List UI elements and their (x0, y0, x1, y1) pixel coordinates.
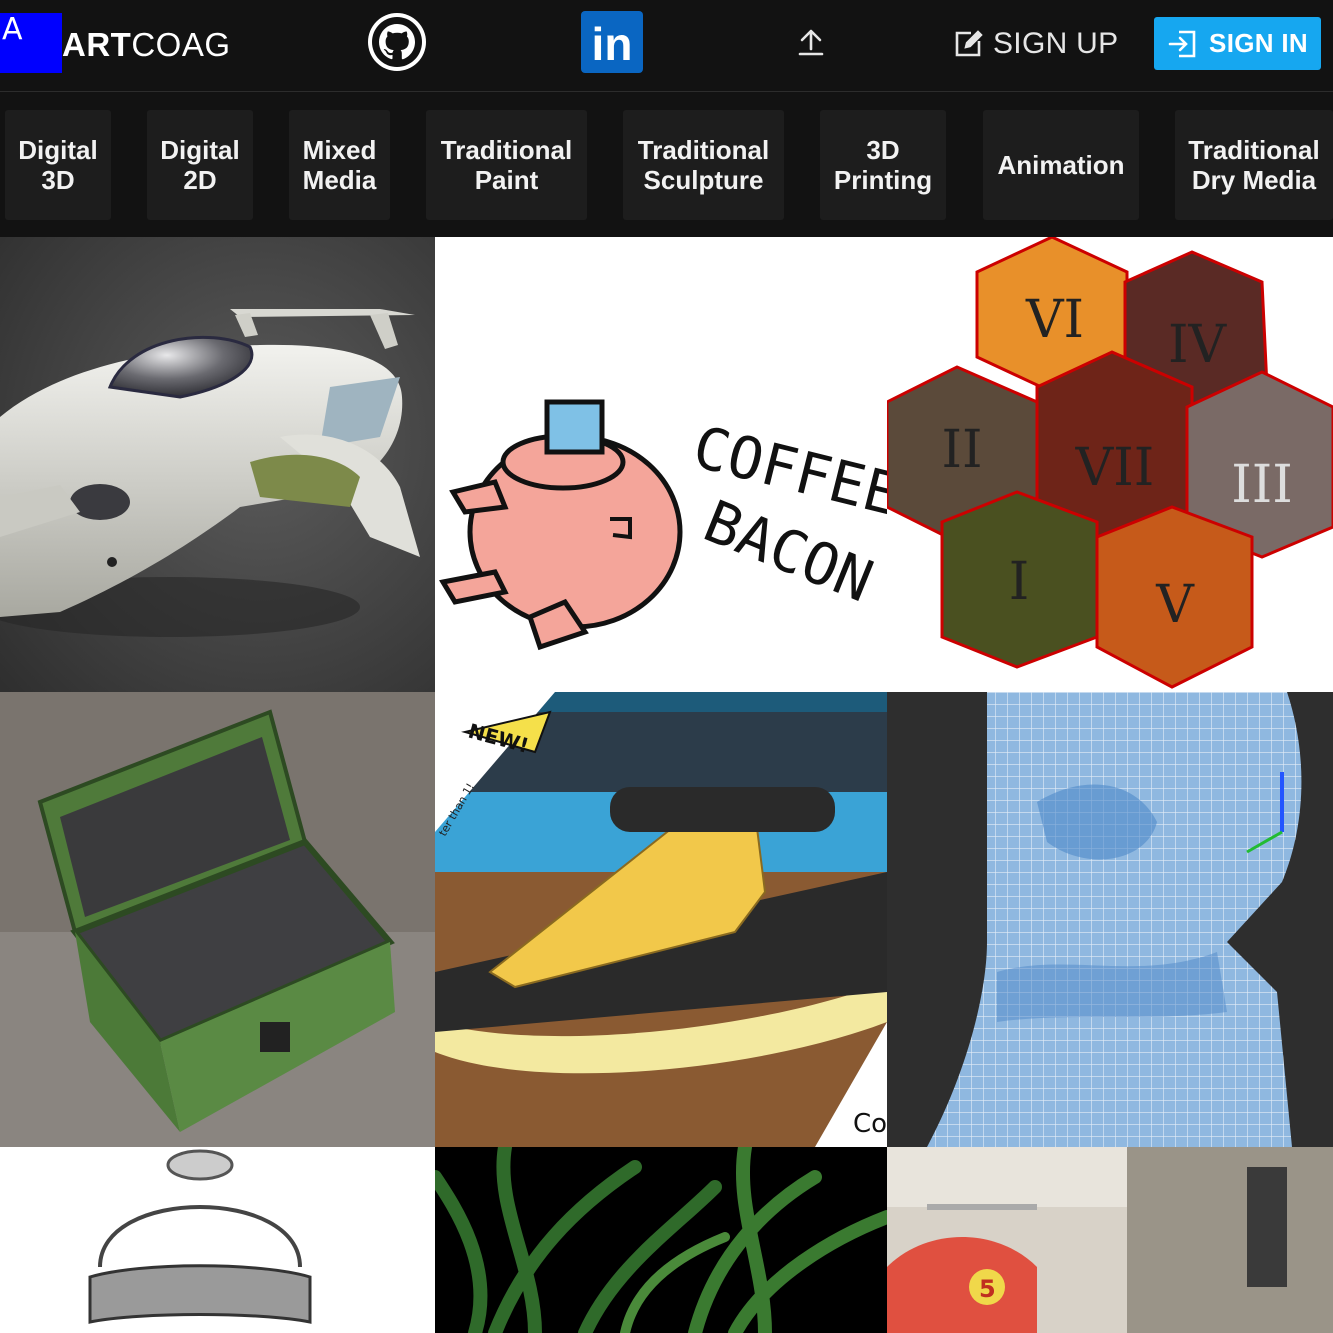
category-label: Traditional Sculpture (637, 135, 770, 195)
artwork-crate[interactable] (0, 692, 435, 1147)
edit-icon (955, 30, 983, 57)
corner-text: Co (853, 1109, 887, 1139)
category-3d-printing[interactable]: 3D Printing (820, 110, 946, 220)
category-digital-2d[interactable]: Digital 2D (147, 110, 253, 220)
scooter-number: 5 (979, 1275, 996, 1303)
artwork-3d-print-tool[interactable]: NEW! ter than 1! Co (435, 692, 887, 1147)
linkedin-link[interactable]: in (581, 11, 643, 73)
github-link[interactable] (366, 11, 428, 73)
artwork-spaceship[interactable] (0, 237, 435, 692)
github-icon (368, 13, 426, 71)
hex-numeral: III (1231, 455, 1293, 515)
logo-letter: A (2, 12, 23, 47)
brand-name[interactable]: ARTCOAG (62, 26, 231, 64)
artwork-plants[interactable] (435, 1147, 887, 1333)
linkedin-text: in (592, 18, 633, 70)
artwork-wireframe-bust[interactable] (887, 692, 1333, 1147)
hex-numeral: II (941, 420, 982, 480)
hex-numeral: IV (1168, 315, 1228, 375)
hex-numeral: I (1009, 552, 1030, 612)
category-label: Traditional Paint (440, 135, 573, 195)
artwork-scooter[interactable]: 5 (887, 1147, 1333, 1333)
hex-numeral: VI (1025, 290, 1084, 350)
upload-icon (798, 29, 824, 56)
category-animation[interactable]: Animation (983, 110, 1139, 220)
category-label: Digital 3D (18, 135, 98, 195)
category-mixed-media[interactable]: Mixed Media (289, 110, 390, 220)
logo-box[interactable]: A (0, 13, 62, 73)
linkedin-icon: in (581, 11, 643, 73)
artwork-hex-map[interactable]: VI IV II VII III I V (887, 237, 1333, 692)
sign-in-label: SIGN IN (1209, 28, 1308, 58)
category-label: Animation (997, 150, 1125, 180)
sign-up-button[interactable]: SIGN UP (953, 22, 1118, 66)
hex-numeral: V (1155, 575, 1195, 635)
artwork-coffee-bacon[interactable]: COFFEE BACON (435, 237, 887, 692)
category-label: Digital 2D (160, 135, 240, 195)
category-label: 3D Printing (833, 135, 933, 195)
login-icon (1168, 30, 1196, 57)
category-traditional-paint[interactable]: Traditional Paint (426, 110, 587, 220)
hex-numeral: VII (1075, 438, 1155, 498)
category-bar: Digital 3D Digital 2D Mixed Media Tradit… (0, 93, 1333, 237)
brand-name-regular: COAG (131, 26, 231, 63)
sign-up-label: SIGN UP (993, 27, 1119, 60)
category-label: Traditional Dry Media (1188, 135, 1320, 195)
brand-name-bold: ART (62, 26, 132, 63)
category-traditional-sculpture[interactable]: Traditional Sculpture (623, 110, 784, 220)
category-label: Mixed Media (302, 135, 377, 195)
sign-in-button[interactable]: SIGN IN (1154, 17, 1321, 70)
category-digital-3d[interactable]: Digital 3D (5, 110, 111, 220)
upload-button[interactable] (795, 27, 827, 59)
artwork-gallery: COFFEE BACON VI IV II VII III I V NEW! t… (0, 237, 1333, 1333)
category-traditional-dry-media[interactable]: Traditional Dry Media (1175, 110, 1333, 220)
top-navigation-bar: A ARTCOAG in SIGN UP SIGN IN (0, 0, 1333, 92)
artwork-helmet-sketch[interactable] (0, 1147, 435, 1333)
